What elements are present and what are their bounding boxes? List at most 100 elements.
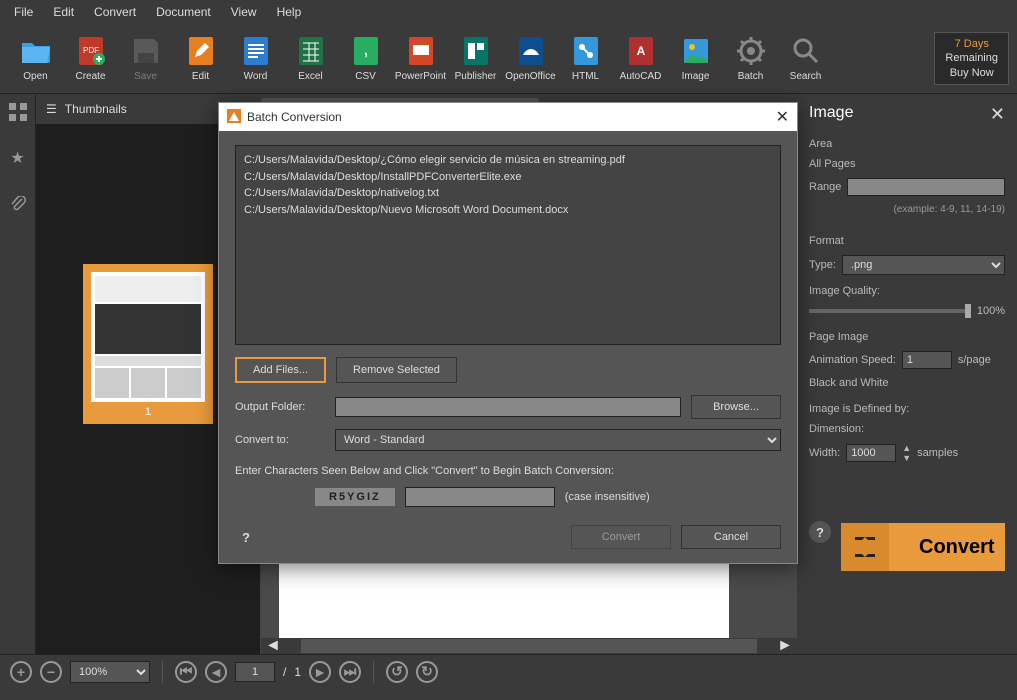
range-option[interactable]: Range <box>809 178 1005 196</box>
menu-edit[interactable]: Edit <box>43 1 84 23</box>
range-input[interactable] <box>847 178 1005 196</box>
browse-button[interactable]: Browse... <box>691 395 781 419</box>
dialog-convert-button[interactable]: Convert <box>571 525 671 549</box>
convert-icon <box>841 523 889 571</box>
area-section-label: Area <box>809 138 1005 150</box>
edit-button[interactable]: Edit <box>173 27 228 91</box>
zoom-out-icon[interactable]: − <box>40 661 62 683</box>
openoffice-button[interactable]: OpenOffice <box>503 27 558 91</box>
dialog-titlebar: Batch Conversion ✕ <box>219 103 797 131</box>
width-input[interactable] <box>846 444 896 462</box>
powerpoint-button[interactable]: PowerPoint <box>393 27 448 91</box>
panel-title: Image <box>809 104 1005 122</box>
quality-slider[interactable] <box>809 309 971 313</box>
anim-label: Animation Speed: <box>809 354 896 366</box>
menu-file[interactable]: File <box>4 1 43 23</box>
main-toolbar: Open PDFCreate Save Edit Word Excel ,CSV… <box>0 24 1017 94</box>
convert-button[interactable]: Convert <box>841 523 1005 571</box>
prev-page-icon[interactable]: ◄ <box>205 661 227 683</box>
rotate-right-icon[interactable]: ↻ <box>416 661 438 683</box>
publisher-button[interactable]: Publisher <box>448 27 503 91</box>
width-unit: samples <box>917 447 958 459</box>
captcha-input[interactable] <box>405 487 555 507</box>
quality-value: 100% <box>977 305 1005 317</box>
width-label: Width: <box>809 447 840 459</box>
quality-label: Image Quality: <box>809 285 1005 297</box>
rotate-left-icon[interactable]: ↺ <box>386 661 408 683</box>
csv-button[interactable]: ,CSV <box>338 27 393 91</box>
image-button[interactable]: Image <box>668 27 723 91</box>
scroll-left-icon[interactable]: ◄ <box>261 637 285 654</box>
output-folder-input[interactable] <box>335 397 681 417</box>
allpages-option[interactable]: All Pages <box>809 158 1005 170</box>
thumbnail-preview <box>91 272 205 402</box>
add-files-button[interactable]: Add Files... <box>235 357 326 383</box>
type-label: Type: <box>809 259 836 271</box>
html-icon <box>570 35 602 67</box>
save-label: Save <box>134 71 157 82</box>
powerpoint-label: PowerPoint <box>395 71 446 82</box>
bw-option[interactable]: Black and White <box>809 377 1005 389</box>
hamburger-icon[interactable]: ☰ <box>46 102 57 116</box>
menu-help[interactable]: Help <box>267 1 312 23</box>
search-button[interactable]: Search <box>778 27 833 91</box>
html-label: HTML <box>572 71 599 82</box>
format-section-label: Format <box>809 235 1005 247</box>
next-page-icon[interactable]: ► <box>309 661 331 683</box>
convert-to-select[interactable]: Word - Standard <box>335 429 781 451</box>
view-thumbnails-icon[interactable] <box>4 98 32 126</box>
word-button[interactable]: Word <box>228 27 283 91</box>
file-item[interactable]: C:/Users/Malavida/Desktop/nativelog.txt <box>244 185 772 202</box>
help-icon[interactable]: ? <box>809 521 831 543</box>
dialog-cancel-button[interactable]: Cancel <box>681 525 781 549</box>
type-select[interactable]: .png <box>842 255 1005 275</box>
open-button[interactable]: Open <box>8 27 63 91</box>
horizontal-scrollbar[interactable]: ◄ ► <box>261 638 797 654</box>
zoom-select[interactable]: 100% <box>70 661 150 683</box>
trial-buy: Buy Now <box>945 66 998 80</box>
divider <box>373 661 374 683</box>
file-item[interactable]: C:/Users/Malavida/Desktop/Nuevo Microsof… <box>244 202 772 219</box>
scroll-right-icon[interactable]: ► <box>773 637 797 654</box>
excel-button[interactable]: Excel <box>283 27 338 91</box>
batch-button[interactable]: Batch <box>723 27 778 91</box>
openoffice-label: OpenOffice <box>505 71 555 82</box>
autocad-button[interactable]: AAutoCAD <box>613 27 668 91</box>
convert-to-label: Convert to: <box>235 434 325 446</box>
page-number-input[interactable] <box>235 662 275 682</box>
trial-badge[interactable]: 7 Days Remaining Buy Now <box>934 32 1009 85</box>
save-icon <box>130 35 162 67</box>
file-list[interactable]: C:/Users/Malavida/Desktop/¿Cómo elegir s… <box>235 145 781 345</box>
dialog-help-icon[interactable]: ? <box>235 526 257 548</box>
attachment-icon[interactable] <box>4 190 32 218</box>
divider <box>162 661 163 683</box>
menu-convert[interactable]: Convert <box>84 1 146 23</box>
batch-conversion-dialog: Batch Conversion ✕ C:/Users/Malavida/Des… <box>218 102 798 564</box>
first-page-icon[interactable]: ⏮ <box>175 661 197 683</box>
image-label: Image <box>682 71 710 82</box>
captcha-hint: (case insensitive) <box>565 491 650 503</box>
menu-document[interactable]: Document <box>146 1 221 23</box>
pencil-icon <box>185 35 217 67</box>
page-thumbnail[interactable]: 1 <box>83 264 213 424</box>
bookmark-star-icon[interactable]: ★ <box>4 144 32 172</box>
last-page-icon[interactable]: ⏭ <box>339 661 361 683</box>
thumbnail-number: 1 <box>145 406 151 418</box>
dimension-option[interactable]: Dimension: <box>809 423 1005 435</box>
zoom-in-icon[interactable]: + <box>10 661 32 683</box>
open-label: Open <box>23 71 47 82</box>
html-button[interactable]: HTML <box>558 27 613 91</box>
scrollbar-track[interactable] <box>301 639 757 653</box>
search-icon <box>790 35 822 67</box>
remove-selected-button[interactable]: Remove Selected <box>336 357 457 383</box>
anim-speed-input[interactable] <box>902 351 952 369</box>
panel-close-icon[interactable]: ✕ <box>990 104 1005 125</box>
file-item[interactable]: C:/Users/Malavida/Desktop/InstallPDFConv… <box>244 169 772 186</box>
create-button[interactable]: PDFCreate <box>63 27 118 91</box>
captcha-prompt: Enter Characters Seen Below and Click "C… <box>235 465 781 477</box>
dialog-close-icon[interactable]: ✕ <box>776 107 789 127</box>
file-item[interactable]: C:/Users/Malavida/Desktop/¿Cómo elegir s… <box>244 152 772 169</box>
output-folder-label: Output Folder: <box>235 401 325 413</box>
publisher-icon <box>460 35 492 67</box>
menu-view[interactable]: View <box>221 1 267 23</box>
